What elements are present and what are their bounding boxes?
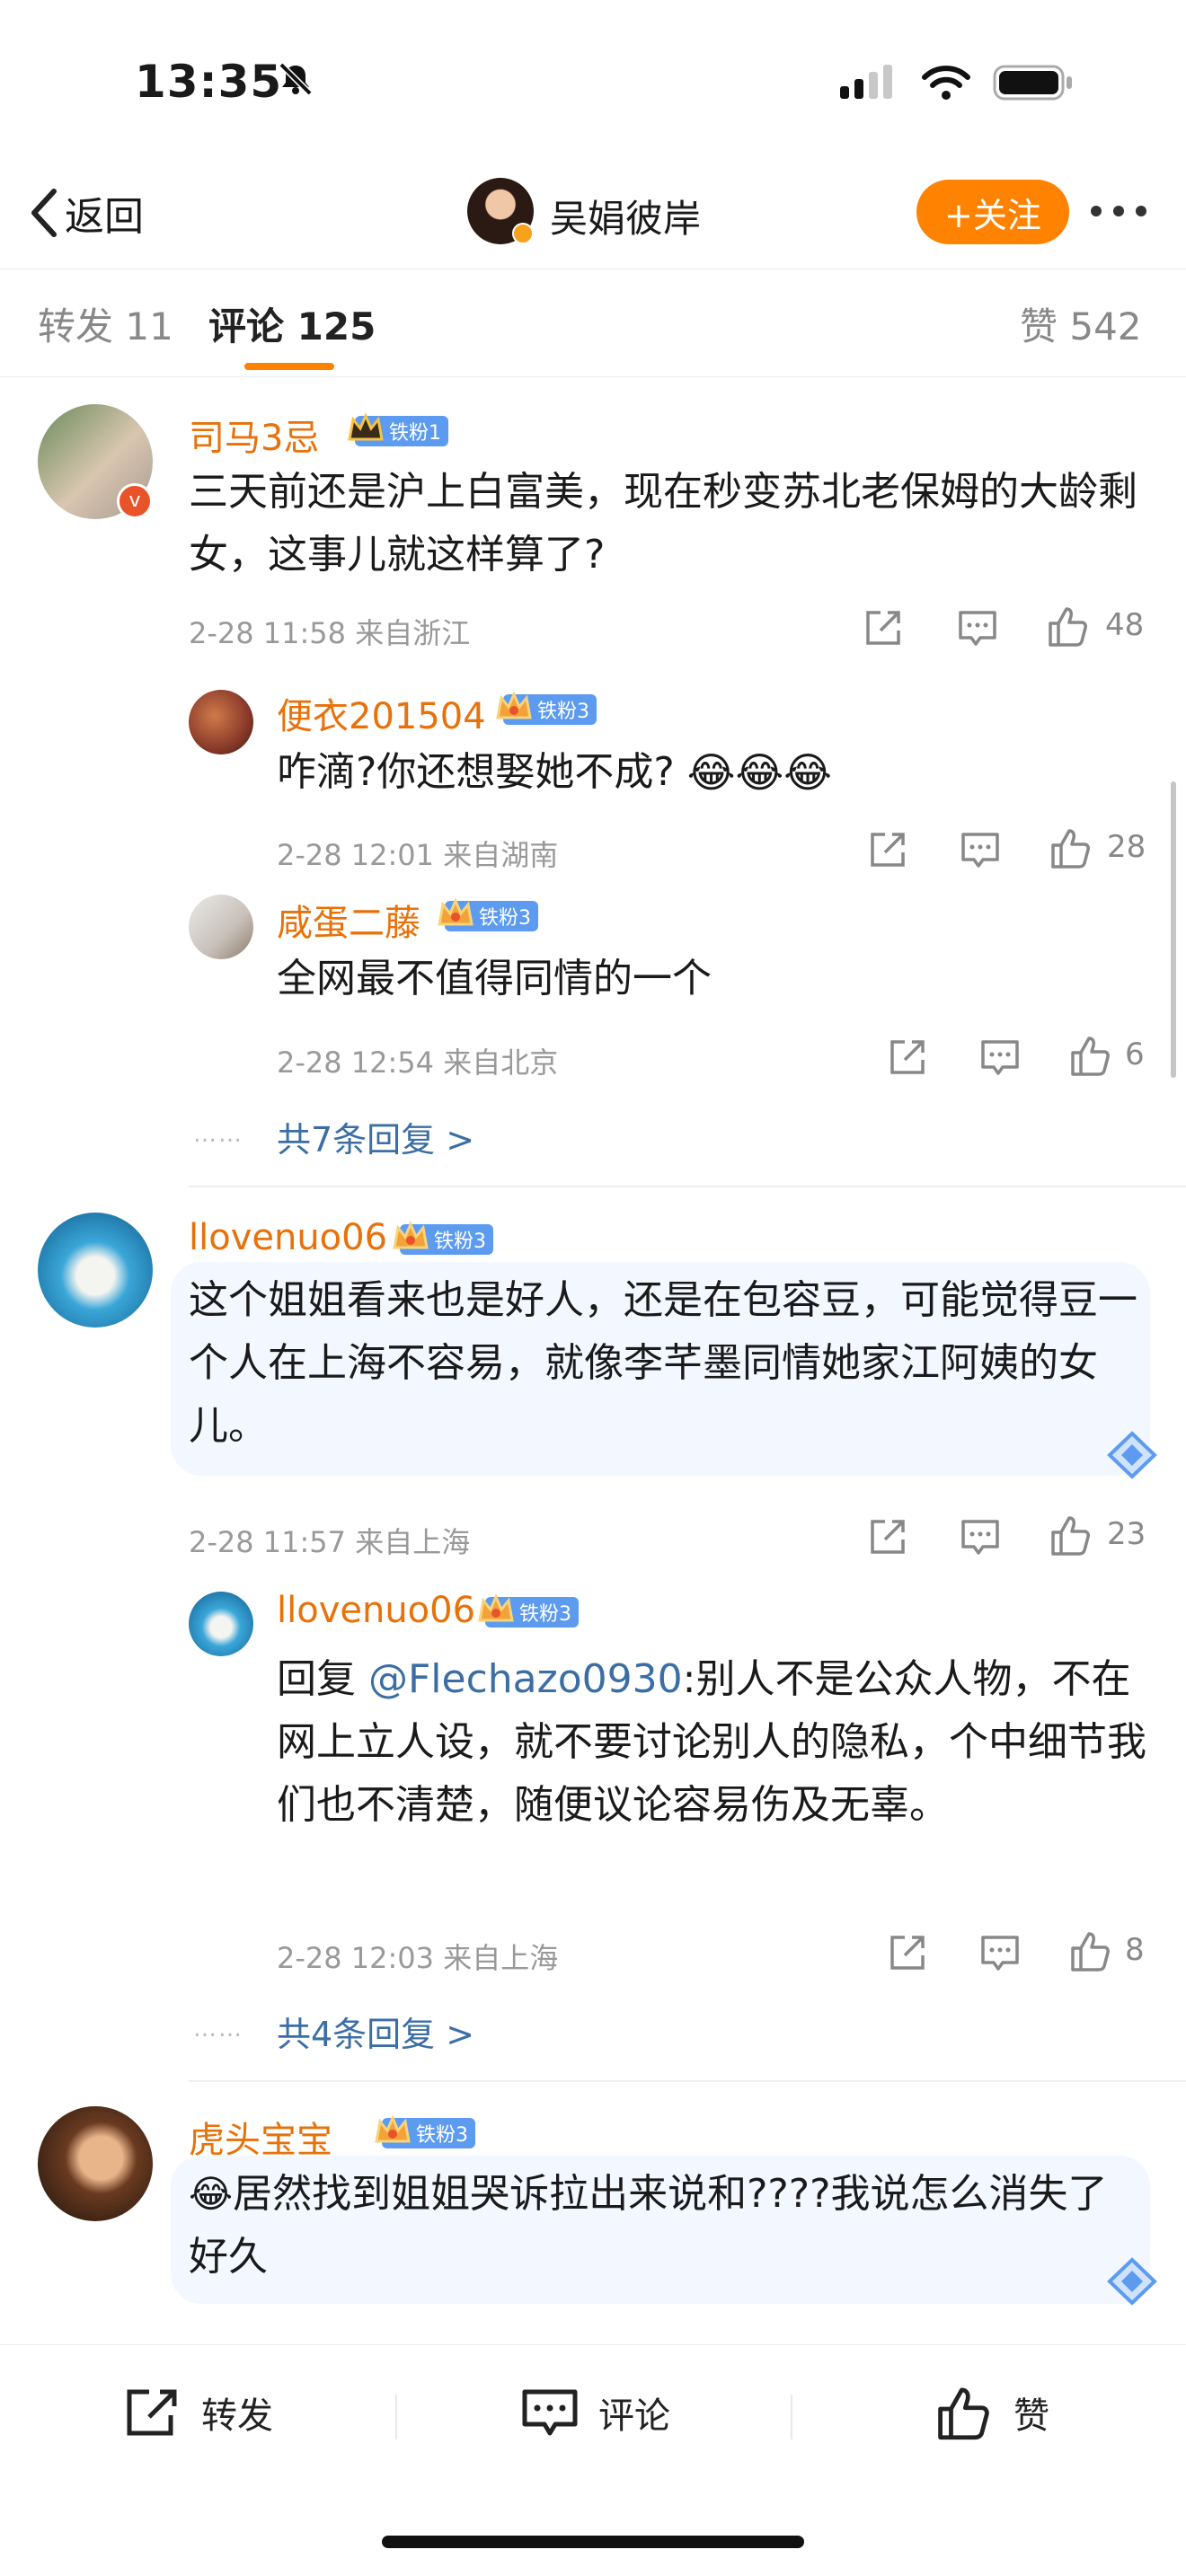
nav-bar: 返回 吴娟彼岸 +关注 bbox=[0, 162, 1186, 269]
crown-icon bbox=[375, 2114, 411, 2143]
tab-comment[interactable]: 评论 125 bbox=[208, 296, 376, 351]
bottom-action-bar: 转发 评论 赞 bbox=[0, 2344, 1186, 2515]
more-dots: …… bbox=[193, 1121, 243, 1148]
divider bbox=[189, 1186, 1186, 1187]
avatar[interactable] bbox=[38, 1213, 153, 1328]
verified-badge-icon bbox=[512, 223, 534, 244]
diamond-icon bbox=[1107, 1431, 1157, 1479]
share-icon[interactable] bbox=[867, 1516, 908, 1557]
divider bbox=[395, 2395, 397, 2439]
like-icon[interactable] bbox=[1047, 604, 1090, 648]
repost-button[interactable]: 转发 bbox=[124, 2381, 273, 2444]
tab-like[interactable]: 赞 542 bbox=[1020, 296, 1142, 351]
reply-text: 回复 @Flechazo0930:别人不是公众人物，不在网上立人设，就不要讨论别… bbox=[277, 1648, 1148, 1837]
comment-icon[interactable] bbox=[960, 1516, 1001, 1557]
reply-text: 咋滴?你还想娶她不成? bbox=[277, 749, 675, 795]
fan-badge: 铁粉3 bbox=[496, 691, 597, 725]
like-count: 23 bbox=[1107, 1516, 1146, 1552]
active-tab-indicator bbox=[244, 363, 334, 370]
like-icon[interactable] bbox=[1049, 1513, 1093, 1557]
reply-prefix: 回复 bbox=[277, 1656, 368, 1702]
fan-badge: 铁粉3 bbox=[478, 1593, 579, 1628]
divider bbox=[791, 2395, 792, 2439]
fan-badge: 铁粉3 bbox=[375, 2114, 475, 2148]
comment-meta: 2-28 11:58 来自浙江 bbox=[189, 616, 471, 650]
comment-meta: 2-28 11:57 来自上海 bbox=[189, 1525, 471, 1559]
verified-badge-icon: v bbox=[117, 483, 153, 519]
tab-repost[interactable]: 转发 11 bbox=[38, 296, 173, 351]
more-options-icon[interactable] bbox=[1087, 189, 1150, 234]
reply-meta: 2-28 12:54 来自北京 bbox=[277, 1045, 559, 1080]
comment-icon bbox=[522, 2389, 578, 2436]
like-button[interactable]: 赞 bbox=[934, 2381, 1049, 2444]
share-icon[interactable] bbox=[887, 1932, 928, 1973]
follow-button[interactable]: +关注 bbox=[916, 180, 1069, 244]
like-count: 28 bbox=[1107, 829, 1146, 865]
back-button[interactable]: 返回 bbox=[29, 181, 144, 244]
reply-username[interactable]: 便衣201504 bbox=[277, 687, 486, 739]
battery-icon bbox=[993, 65, 1072, 101]
reply-username[interactable]: 咸蛋二藤 bbox=[277, 894, 420, 946]
chevron-left-icon bbox=[31, 189, 57, 237]
back-label: 返回 bbox=[65, 194, 144, 240]
comment-button[interactable]: 评论 bbox=[521, 2381, 670, 2444]
laugh-cry-emoji-icon: 😂 bbox=[189, 2172, 234, 2216]
avatar[interactable] bbox=[189, 1592, 253, 1656]
laugh-cry-emoji-icon: 😂😂😂 bbox=[686, 748, 832, 797]
bell-slash-icon bbox=[279, 63, 313, 95]
view-more-replies-link[interactable]: 共4条回复 > bbox=[277, 2007, 474, 2056]
like-count: 48 bbox=[1105, 607, 1145, 643]
status-bar: 13:35 bbox=[0, 0, 1186, 162]
comment-icon[interactable] bbox=[957, 607, 998, 648]
view-more-replies-link[interactable]: 共7条回复 > bbox=[277, 1112, 474, 1161]
diamond-icon bbox=[1107, 2257, 1157, 2306]
crown-icon bbox=[438, 897, 474, 926]
status-time: 13:35 bbox=[135, 56, 283, 108]
reply-text: 全网最不值得同情的一个 bbox=[277, 956, 712, 1001]
reply-text-line: 咋滴?你还想娶她不成? 😂😂😂 bbox=[277, 741, 832, 804]
comment-text: 😂居然找到姐姐哭诉拉出来说和????我说怎么消失了好久 bbox=[189, 2171, 1108, 2280]
divider bbox=[189, 2080, 1186, 2082]
share-icon[interactable] bbox=[867, 829, 908, 870]
crown-icon bbox=[393, 1221, 429, 1249]
reply-meta: 2-28 12:03 来自上海 bbox=[277, 1941, 559, 1975]
fan-badge: 铁粉3 bbox=[438, 897, 538, 931]
avatar[interactable] bbox=[38, 2106, 153, 2221]
comment-text: 三天前还是沪上白富美，现在秒变苏北老保姆的大龄剩女，这事儿就这样算了? bbox=[189, 469, 1137, 578]
like-icon[interactable] bbox=[1049, 825, 1093, 870]
share-icon[interactable] bbox=[863, 607, 904, 648]
more-dots: …… bbox=[193, 2016, 243, 2042]
crown-icon bbox=[348, 412, 384, 441]
profile-name[interactable]: 吴娟彼岸 bbox=[550, 189, 701, 243]
comment-icon[interactable] bbox=[979, 1932, 1021, 1973]
home-indicator[interactable] bbox=[382, 2536, 804, 2548]
crown-icon bbox=[478, 1593, 514, 1622]
share-icon bbox=[127, 2389, 177, 2436]
tab-bar: 转发 11 评论 125 赞 542 bbox=[0, 269, 1186, 377]
mention-link[interactable]: @Flechazo0930 bbox=[368, 1656, 683, 1702]
reply-username[interactable]: llovenuo06 bbox=[277, 1590, 475, 1631]
scrollbar[interactable] bbox=[1171, 781, 1176, 1078]
wifi-icon bbox=[922, 66, 970, 100]
like-icon bbox=[938, 2387, 989, 2440]
fan-badge: 铁粉3 bbox=[393, 1221, 493, 1255]
comment-icon[interactable] bbox=[960, 829, 1001, 870]
like-icon[interactable] bbox=[1069, 1928, 1112, 1973]
like-count: 6 bbox=[1125, 1037, 1145, 1072]
comment-icon[interactable] bbox=[979, 1037, 1021, 1078]
avatar[interactable] bbox=[189, 690, 253, 754]
comment-username[interactable]: 司马3忌 bbox=[189, 409, 319, 461]
comment-username[interactable]: llovenuo06 bbox=[189, 1217, 387, 1258]
reply-meta: 2-28 12:01 来自湖南 bbox=[277, 838, 559, 872]
fan-badge: 铁粉1 bbox=[348, 412, 448, 446]
share-icon[interactable] bbox=[887, 1037, 928, 1078]
like-count: 8 bbox=[1125, 1932, 1145, 1968]
signal-icon bbox=[840, 65, 892, 99]
avatar[interactable] bbox=[189, 895, 253, 959]
comment-text: 这个姐姐看来也是好人，还是在包容豆，可能觉得豆一个人在上海不容易，就像李芊墨同情… bbox=[189, 1277, 1137, 1449]
crown-icon bbox=[496, 691, 532, 719]
like-icon[interactable] bbox=[1069, 1033, 1112, 1078]
